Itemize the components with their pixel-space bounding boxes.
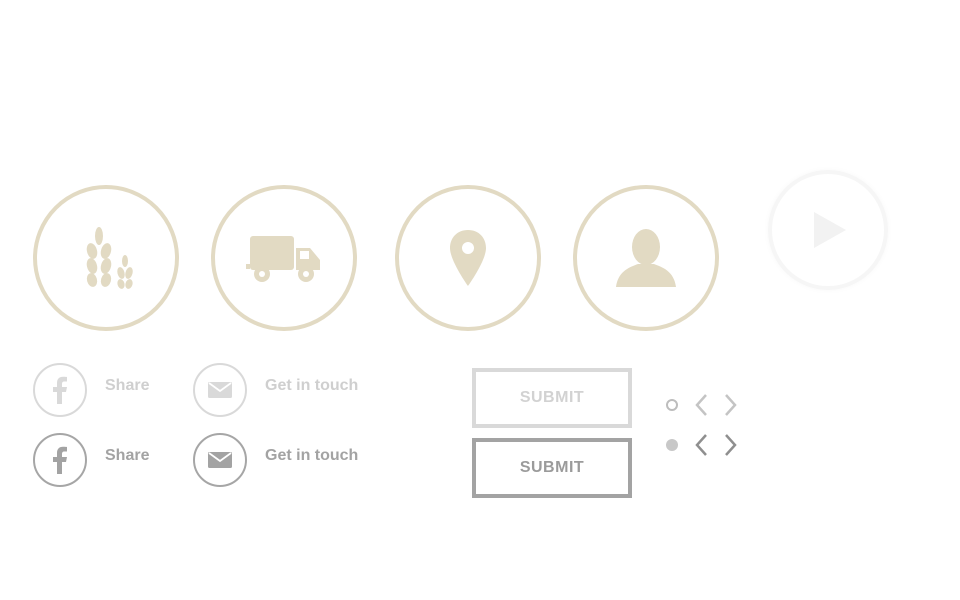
- pager-dot-filled[interactable]: [666, 439, 678, 451]
- play-video-button[interactable]: [768, 170, 888, 290]
- facebook-icon: [53, 446, 67, 474]
- chevron-left-icon: [695, 394, 707, 416]
- submit-button-light[interactable]: SUBMIT: [472, 368, 632, 428]
- contact-link-dark[interactable]: Get in touch: [193, 433, 358, 487]
- get-in-touch-label: Get in touch: [265, 447, 359, 464]
- wheat-icon: [86, 227, 133, 289]
- get-in-touch-label: Get in touch: [265, 377, 359, 394]
- share-label: Share: [105, 377, 150, 394]
- mail-icon-circle: [193, 363, 247, 417]
- submit-button-dark[interactable]: SUBMIT: [472, 438, 632, 498]
- chevron-right-icon: [725, 394, 737, 416]
- next-arrow-light[interactable]: [722, 392, 740, 418]
- mail-icon: [208, 452, 232, 468]
- next-arrow-dark[interactable]: [722, 432, 740, 458]
- wheat-button[interactable]: [33, 185, 179, 331]
- mail-icon: [208, 382, 232, 398]
- facebook-icon-circle: [33, 433, 87, 487]
- chevron-left-icon: [695, 434, 707, 456]
- facebook-icon: [53, 376, 67, 404]
- truck-icon: [246, 236, 320, 282]
- prev-arrow-light[interactable]: [692, 392, 710, 418]
- facebook-share-link-dark[interactable]: Share: [33, 433, 149, 487]
- location-button[interactable]: [395, 185, 541, 331]
- prev-arrow-dark[interactable]: [692, 432, 710, 458]
- pager-dot-empty[interactable]: [666, 399, 678, 411]
- chevron-right-icon: [725, 434, 737, 456]
- person-icon: [616, 229, 676, 287]
- profile-button[interactable]: [573, 185, 719, 331]
- share-label: Share: [105, 447, 150, 464]
- facebook-share-link-light[interactable]: Share: [33, 363, 149, 417]
- mail-icon-circle: [193, 433, 247, 487]
- icon-kit-canvas: Share Get in touch Share Get in touch SU…: [0, 0, 960, 600]
- facebook-icon-circle: [33, 363, 87, 417]
- location-pin-icon: [450, 230, 486, 286]
- play-icon: [814, 212, 846, 248]
- delivery-button[interactable]: [211, 185, 357, 331]
- contact-link-light[interactable]: Get in touch: [193, 363, 358, 417]
